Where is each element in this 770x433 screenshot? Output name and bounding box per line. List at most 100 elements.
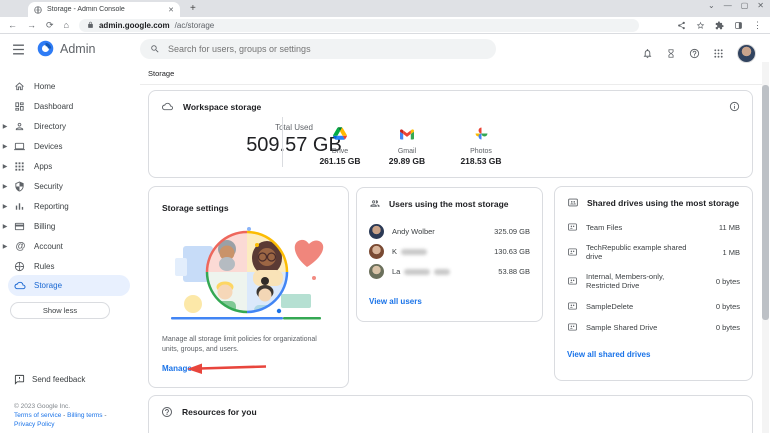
sidebar-item-reporting[interactable]: ▶ Reporting — [0, 196, 138, 216]
window-close-icon[interactable]: ✕ — [757, 1, 764, 10]
storage-settings-title: Storage settings — [162, 203, 229, 213]
show-less-button[interactable]: Show less — [10, 302, 110, 319]
info-icon[interactable] — [729, 101, 740, 112]
shared-drive-row[interactable]: TechRepublic example shared drive 1 MB — [555, 239, 752, 265]
home-nav-icon — [14, 81, 27, 92]
new-tab-button[interactable]: + — [190, 3, 196, 14]
privacy-link-row: Privacy Policy — [14, 420, 54, 429]
shared-drive-name: Sample Shared Drive — [586, 322, 658, 332]
sidebar-label: Dashboard — [34, 101, 74, 111]
search-bar[interactable] — [140, 39, 496, 59]
user-avatar — [369, 223, 384, 239]
send-feedback-label: Send feedback — [32, 375, 86, 384]
sidebar-item-dashboard[interactable]: Dashboard — [0, 96, 138, 116]
view-all-users-link[interactable]: View all users — [357, 297, 542, 306]
directory-person-icon — [14, 121, 27, 132]
workspace-storage-title: Workspace storage — [183, 101, 262, 112]
sidebar-item-rules[interactable]: Rules — [0, 256, 138, 276]
expand-arrow-icon[interactable]: ▶ — [0, 223, 10, 230]
billing-terms-link[interactable]: Billing terms — [67, 412, 102, 419]
gmail-icon — [400, 129, 414, 140]
sidebar-item-directory[interactable]: ▶ Directory — [0, 116, 138, 136]
photos-icon — [475, 127, 488, 140]
browser-menu-icon[interactable]: ⋮ — [753, 20, 762, 31]
devices-icon — [14, 141, 27, 152]
search-input[interactable] — [168, 44, 468, 54]
window-controls: ⌄ — ▢ ✕ — [708, 1, 764, 10]
extensions-icon[interactable] — [715, 20, 724, 30]
screen: Storage - Admin Console ✕ + ⌄ — ▢ ✕ ← → … — [0, 0, 770, 433]
scheduled-tasks-hourglass-icon[interactable] — [666, 48, 676, 59]
sidebar-item-security[interactable]: ▶ Security — [0, 176, 138, 196]
expand-arrow-icon[interactable]: ▶ — [0, 203, 10, 210]
photos-value: 218.53 GB — [460, 156, 502, 166]
admin-logo-icon — [37, 40, 54, 57]
shared-drive-row-icon — [567, 276, 578, 286]
expand-arrow-icon[interactable]: ▶ — [0, 163, 10, 170]
privacy-policy-link[interactable]: Privacy Policy — [14, 421, 54, 428]
sidebar-item-home[interactable]: Home — [0, 76, 138, 96]
reload-icon[interactable]: ⟳ — [46, 20, 54, 30]
shared-drive-row[interactable]: SampleDelete 0 bytes — [555, 297, 752, 315]
rules-icon — [14, 261, 27, 272]
bookmark-star-icon[interactable] — [696, 21, 705, 30]
tab-search-icon[interactable]: ⌄ — [708, 1, 715, 10]
shared-drive-row-icon — [567, 322, 578, 332]
minimize-icon[interactable]: — — [724, 1, 732, 10]
top-users-title: Users using the most storage — [389, 198, 509, 209]
shared-drive-row[interactable]: Team Files 11 MB — [555, 218, 752, 236]
expand-arrow-icon[interactable]: ▶ — [0, 243, 10, 250]
scrollbar-thumb[interactable] — [762, 85, 769, 320]
user-storage-value: 325.09 GB — [494, 226, 530, 236]
user-name: La — [392, 267, 451, 276]
drive-value: 261.15 GB — [319, 156, 361, 166]
sidebar-item-devices[interactable]: ▶ Devices — [0, 136, 138, 156]
resources-help-icon — [161, 406, 173, 418]
account-avatar[interactable] — [737, 44, 756, 63]
notifications-bell-icon[interactable] — [642, 48, 653, 59]
expand-arrow-icon[interactable]: ▶ — [0, 123, 10, 130]
user-row[interactable]: K 130.63 GB — [357, 241, 542, 261]
hamburger-menu-icon[interactable] — [12, 42, 25, 60]
shared-drive-value: 0 bytes — [715, 276, 740, 286]
drive-label: Drive — [331, 148, 349, 155]
sidebar-label: Billing — [34, 221, 56, 231]
shared-drive-row[interactable]: Internal, Members-only, Restricted Drive… — [555, 268, 752, 294]
terms-link[interactable]: Terms of service — [14, 412, 61, 419]
send-feedback-button[interactable]: Send feedback — [14, 374, 85, 385]
gmail-usage-block: Gmail 29.89 GB — [376, 127, 438, 166]
back-icon[interactable]: ← — [8, 20, 17, 30]
home-icon[interactable]: ⌂ — [64, 20, 69, 30]
sidebar-item-account[interactable]: ▶ @ Account — [0, 236, 138, 256]
sidebar-item-apps[interactable]: ▶ Apps — [0, 156, 138, 176]
user-name: Andy Wolber — [392, 226, 435, 236]
view-all-shared-drives-link[interactable]: View all shared drives — [555, 350, 752, 359]
shared-drive-name: Team Files — [586, 222, 623, 232]
expand-arrow-icon[interactable]: ▶ — [0, 183, 10, 190]
maximize-icon[interactable]: ▢ — [741, 1, 749, 10]
expand-arrow-icon[interactable]: ▶ — [0, 143, 10, 150]
sidebar-item-storage[interactable]: Storage — [0, 275, 138, 295]
apps-grid-icon[interactable] — [713, 48, 724, 59]
tab-title: Storage - Admin Console — [47, 6, 125, 13]
share-icon[interactable] — [677, 21, 686, 30]
tab-close-icon[interactable]: ✕ — [168, 6, 174, 14]
shared-drive-value: 1 MB — [722, 247, 740, 257]
user-row[interactable]: La 53.88 GB — [357, 261, 542, 281]
browser-tab[interactable]: Storage - Admin Console ✕ — [28, 2, 180, 17]
help-icon[interactable] — [689, 48, 700, 59]
storage-settings-card: Storage settings Manage all storage limi… — [148, 186, 349, 388]
user-storage-value: 130.63 GB — [494, 246, 530, 256]
profile-frame-icon[interactable] — [734, 21, 743, 30]
redacted-text — [401, 248, 428, 255]
footer-separator: - — [63, 412, 66, 419]
sidebar-label: Storage — [34, 280, 63, 290]
sidebar-item-billing[interactable]: ▶ Billing — [0, 216, 138, 236]
shared-drive-row[interactable]: Sample Shared Drive 0 bytes — [555, 318, 752, 336]
url-bar[interactable]: admin.google.com/ac/storage — [78, 18, 639, 32]
forward-icon[interactable]: → — [27, 20, 36, 30]
sidebar-label: Directory — [34, 121, 67, 131]
shared-drive-name: TechRepublic example shared drive — [586, 242, 687, 262]
user-row[interactable]: Andy Wolber 325.09 GB — [357, 221, 542, 241]
storage-cloud-icon — [14, 280, 27, 291]
